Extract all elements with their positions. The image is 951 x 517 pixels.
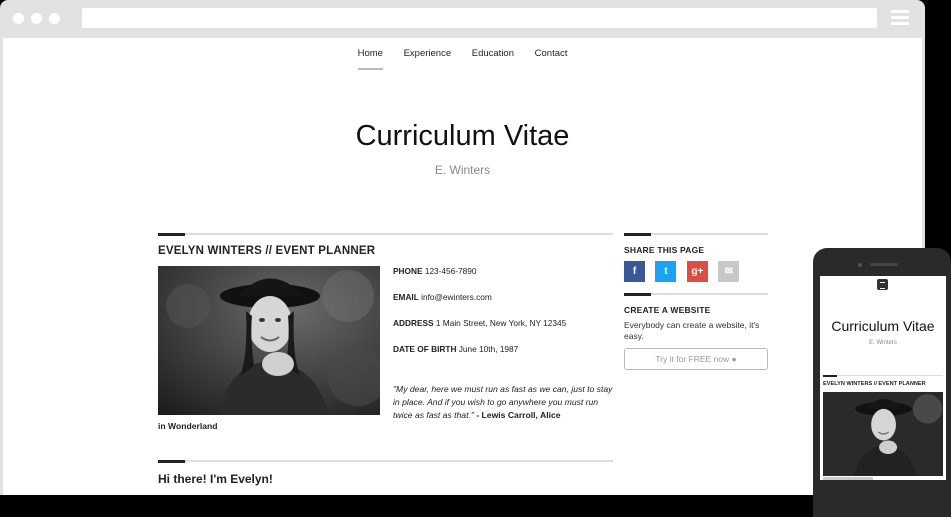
nav-experience[interactable]: Experience [404, 48, 452, 70]
window-minimize-dot[interactable] [31, 13, 42, 24]
contact-info: PHONE 123-456-7890 EMAIL info@ewinters.c… [393, 266, 613, 370]
contact-email: EMAIL info@ewinters.com [393, 292, 492, 302]
twitter-icon[interactable]: t [655, 261, 677, 282]
section-divider [624, 293, 768, 296]
try-free-button[interactable]: Try it for FREE now ● [624, 348, 768, 370]
phone-mockup: Curriculum Vitae E. Winters EVELYN WINTE… [813, 248, 951, 517]
quote-author: - Lewis Carroll, Alice [476, 410, 561, 420]
phone-profile-photo [823, 392, 943, 476]
profile-photo [158, 266, 380, 415]
browser-toolbar [0, 0, 925, 38]
phone-page-subtitle: E. Winters [869, 340, 897, 346]
phone-screen: Curriculum Vitae E. Winters EVELYN WINTE… [820, 276, 946, 480]
phone-profile-heading: EVELYN WINTERS // EVENT PLANNER [823, 381, 926, 387]
email-icon[interactable]: ✉ [718, 261, 740, 282]
quote-text: "My dear, here we must run as fast as we… [393, 384, 613, 420]
share-buttons: f t g+ ✉ [624, 261, 768, 283]
contact-dob: DATE OF BIRTH June 10th, 1987 [393, 344, 519, 354]
section-divider [158, 233, 613, 236]
create-heading: CREATE A WEBSITE [624, 305, 711, 315]
facebook-icon[interactable]: f [624, 261, 645, 282]
contact-address: ADDRESS 1 Main Street, New York, NY 1234… [393, 318, 567, 328]
section-divider [158, 460, 613, 463]
page-title: Curriculum Vitae [355, 120, 570, 152]
sidebar: SHARE THIS PAGE f t g+ ✉ CREATE A WEBSIT… [624, 233, 768, 370]
nav-contact[interactable]: Contact [535, 48, 568, 70]
speaker-icon [870, 263, 898, 266]
page-viewport: Home Experience Education Contact Curric… [3, 38, 922, 495]
phone-text-line [823, 477, 873, 480]
page-subtitle: E. Winters [434, 163, 491, 177]
phone-menu-icon[interactable] [877, 279, 888, 290]
browser-window: Home Experience Education Contact Curric… [0, 0, 925, 495]
phone-page-title: Curriculum Vitae [831, 318, 935, 334]
profile-heading: EVELYN WINTERS // EVENT PLANNER [158, 245, 376, 257]
quote-tail: in Wonderland [158, 421, 218, 431]
greeting-heading: Hi there! I'm Evelyn! [158, 472, 273, 486]
nav-education[interactable]: Education [472, 48, 514, 70]
camera-icon [858, 263, 862, 267]
main-nav: Home Experience Education Contact [3, 48, 922, 70]
menu-icon[interactable] [891, 10, 909, 25]
nav-home[interactable]: Home [357, 48, 383, 70]
address-bar[interactable] [82, 8, 877, 28]
share-heading: SHARE THIS PAGE [624, 245, 705, 255]
contact-phone: PHONE 123-456-7890 [393, 266, 477, 276]
arrow-circle-icon: ● [731, 354, 737, 364]
profile-section: EVELYN WINTERS // EVENT PLANNER PHONE 12… [158, 233, 613, 486]
window-maximize-dot[interactable] [49, 13, 60, 24]
google-plus-icon[interactable]: g+ [686, 261, 708, 282]
create-text: Everybody can create a website, it's eas… [624, 320, 760, 341]
section-divider [624, 233, 768, 236]
phone-divider [823, 375, 943, 377]
profile-row: PHONE 123-456-7890 EMAIL info@ewinters.c… [158, 266, 613, 431]
window-close-dot[interactable] [13, 13, 24, 24]
